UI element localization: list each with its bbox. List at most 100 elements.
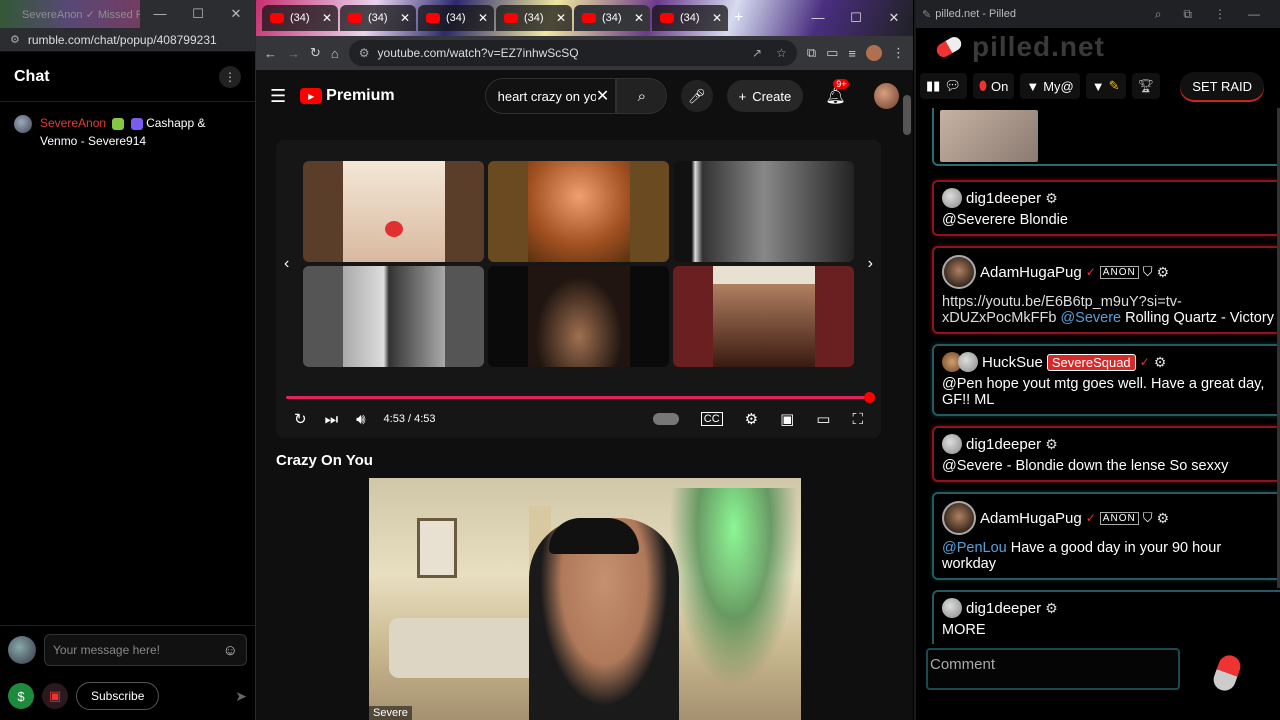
miniplayer-icon[interactable]: ▣ (780, 410, 794, 428)
mention[interactable]: @PenLou (942, 540, 1007, 556)
next-video-icon[interactable]: ⏭ (325, 411, 339, 428)
browser-tab[interactable]: (34) ✕ (652, 5, 728, 31)
browser-menu-icon[interactable]: ⋮ (892, 45, 905, 61)
settings-gear-icon[interactable]: ⚙ (745, 410, 758, 428)
notifications-button[interactable]: 🔔︎ 9+ (825, 79, 850, 106)
avatar[interactable] (942, 501, 976, 535)
minimize-icon[interactable]: — (799, 0, 837, 36)
avatar[interactable] (942, 255, 976, 289)
chat-message-input[interactable]: Your message here! ☺ (44, 634, 247, 666)
pilled-logo[interactable]: pilled.net (916, 28, 1280, 66)
video-player[interactable]: ‹ › ↻ ⏭ 🔊︎ 4:53 / 4:53 CC ⚙ ▣ ▭ ⛶ (276, 140, 881, 438)
mentions-filter-button[interactable]: ▼ My@ (1020, 73, 1080, 99)
chat-image[interactable] (940, 110, 1038, 162)
chat-username[interactable]: AdamHugaPug (980, 510, 1082, 527)
squad-tag[interactable]: SevereSquad (1046, 353, 1136, 371)
close-tab-icon[interactable]: ✕ (712, 11, 722, 25)
back-icon[interactable]: ← (264, 46, 277, 61)
minimize-icon[interactable]: — (141, 0, 179, 28)
close-tab-icon[interactable]: ✕ (478, 11, 488, 25)
close-tab-icon[interactable]: ✕ (556, 11, 566, 25)
gear-icon[interactable]: ⚙ (1154, 354, 1167, 371)
fullscreen-icon[interactable]: ⛶ (852, 411, 863, 428)
subscribe-button[interactable]: Subscribe (76, 682, 160, 710)
clear-search-icon[interactable]: ✕ (596, 86, 609, 106)
mention[interactable]: @Severe (1060, 310, 1121, 326)
progress-bar[interactable] (286, 392, 875, 403)
page-scrollbar[interactable] (903, 95, 911, 135)
dollar-icon[interactable]: $ (8, 683, 34, 709)
extensions-icon[interactable]: ⧉ (807, 45, 816, 61)
rumble-window-title[interactable]: SevereAnon ✓ Missed R... (0, 0, 140, 28)
open-external-icon[interactable]: ↗ (752, 46, 762, 60)
avatar[interactable] (942, 188, 962, 208)
suggested-video[interactable] (673, 161, 854, 262)
media-icon[interactable]: ≡ (848, 46, 856, 61)
maximize-icon[interactable]: ☐ (837, 0, 875, 36)
my-avatar[interactable] (8, 636, 36, 664)
browser-tab[interactable]: (34) ✕ (262, 5, 338, 31)
emoji-icon[interactable]: ☺ (223, 642, 238, 659)
next-arrow-icon[interactable]: › (868, 255, 873, 273)
replay-icon[interactable]: ↻ (294, 410, 307, 428)
suggested-video[interactable] (303, 161, 484, 262)
chat-username[interactable]: dig1deeper (966, 190, 1041, 207)
youtube-logo[interactable]: ▶ Premium (300, 87, 395, 105)
voice-search-button[interactable]: 🎤︎ (681, 80, 713, 112)
reload-icon[interactable]: ↻ (310, 45, 321, 61)
chat-username[interactable]: dig1deeper (966, 600, 1041, 617)
suggested-video[interactable] (488, 266, 669, 367)
theater-mode-icon[interactable]: ▭ (816, 410, 830, 428)
gear-icon[interactable]: ⚙ (1156, 264, 1169, 281)
suggested-video[interactable] (488, 161, 669, 262)
create-button[interactable]: + Create (726, 80, 804, 112)
chat-username[interactable]: dig1deeper (966, 436, 1041, 453)
gear-icon[interactable]: ⚙ (1045, 600, 1058, 617)
avatar[interactable] (942, 598, 962, 618)
chat-username[interactable]: HuckSue (982, 354, 1043, 371)
trophy-button[interactable]: 🏆︎ (1131, 73, 1161, 99)
avatar[interactable] (14, 115, 32, 133)
menu-icon[interactable]: ⋮ (1214, 7, 1226, 22)
browser-tab[interactable]: (34) ✕ (418, 5, 494, 31)
rumble-address-bar[interactable]: ⚙ rumble.com/chat/popup/408799231 (0, 28, 255, 52)
avatar[interactable] (958, 352, 978, 372)
browser-tab[interactable]: (34) ✕ (496, 5, 572, 31)
send-icon[interactable]: ➤ (235, 688, 247, 705)
volume-icon[interactable]: 🔊︎ (356, 411, 365, 428)
home-icon[interactable]: ⌂ (331, 46, 339, 61)
search-input[interactable]: heart crazy on yo ✕ (484, 78, 617, 114)
browser-tab-active[interactable]: (34) ✕ (574, 5, 650, 31)
suggested-video[interactable] (303, 266, 484, 367)
pill-on-toggle[interactable]: ⬮ On (972, 73, 1015, 99)
new-tab-icon[interactable]: + (734, 9, 743, 27)
minimize-icon[interactable]: — (1248, 7, 1260, 22)
pill-send-icon[interactable] (1210, 652, 1244, 694)
address-bar[interactable]: ⚙ youtube.com/watch?v=EZ7inhwScSQ ↗ ☆ (348, 40, 797, 66)
extensions-icon[interactable]: ⧉ (1183, 7, 1192, 22)
set-raid-button[interactable]: SET RAID (1180, 72, 1264, 100)
search-button[interactable]: ⌕ (616, 78, 668, 114)
captions-icon[interactable]: CC (700, 412, 723, 426)
suggested-video[interactable] (673, 266, 854, 367)
progress-scrubber[interactable] (864, 392, 875, 403)
browser-tab[interactable]: (34) ✕ (340, 5, 416, 31)
chat-menu-icon[interactable]: ⋮ (219, 65, 241, 88)
maximize-icon[interactable]: ☐ (179, 0, 217, 28)
chat-username[interactable]: AdamHugaPug (980, 264, 1082, 281)
site-settings-icon[interactable]: ⚙ (10, 33, 20, 46)
close-icon[interactable]: ✕ (875, 0, 913, 36)
hamburger-menu-icon[interactable]: ☰ (270, 86, 286, 107)
gift-icon[interactable]: ▣ (42, 683, 68, 709)
zoom-icon[interactable]: ⌕ (1155, 7, 1162, 22)
site-info-icon[interactable]: ⚙ (359, 46, 370, 60)
bookmark-star-icon[interactable]: ☆ (776, 46, 787, 60)
forward-icon[interactable]: → (287, 46, 300, 61)
profile-icon[interactable] (866, 45, 882, 61)
close-tab-icon[interactable]: ✕ (634, 11, 644, 25)
filter-pencil-button[interactable]: ▼ ✎ (1085, 73, 1126, 99)
gear-icon[interactable]: ⚙ (1045, 436, 1058, 453)
comment-input[interactable]: Comment (926, 648, 1180, 690)
previous-arrow-icon[interactable]: ‹ (284, 255, 289, 273)
account-avatar[interactable] (873, 83, 899, 109)
